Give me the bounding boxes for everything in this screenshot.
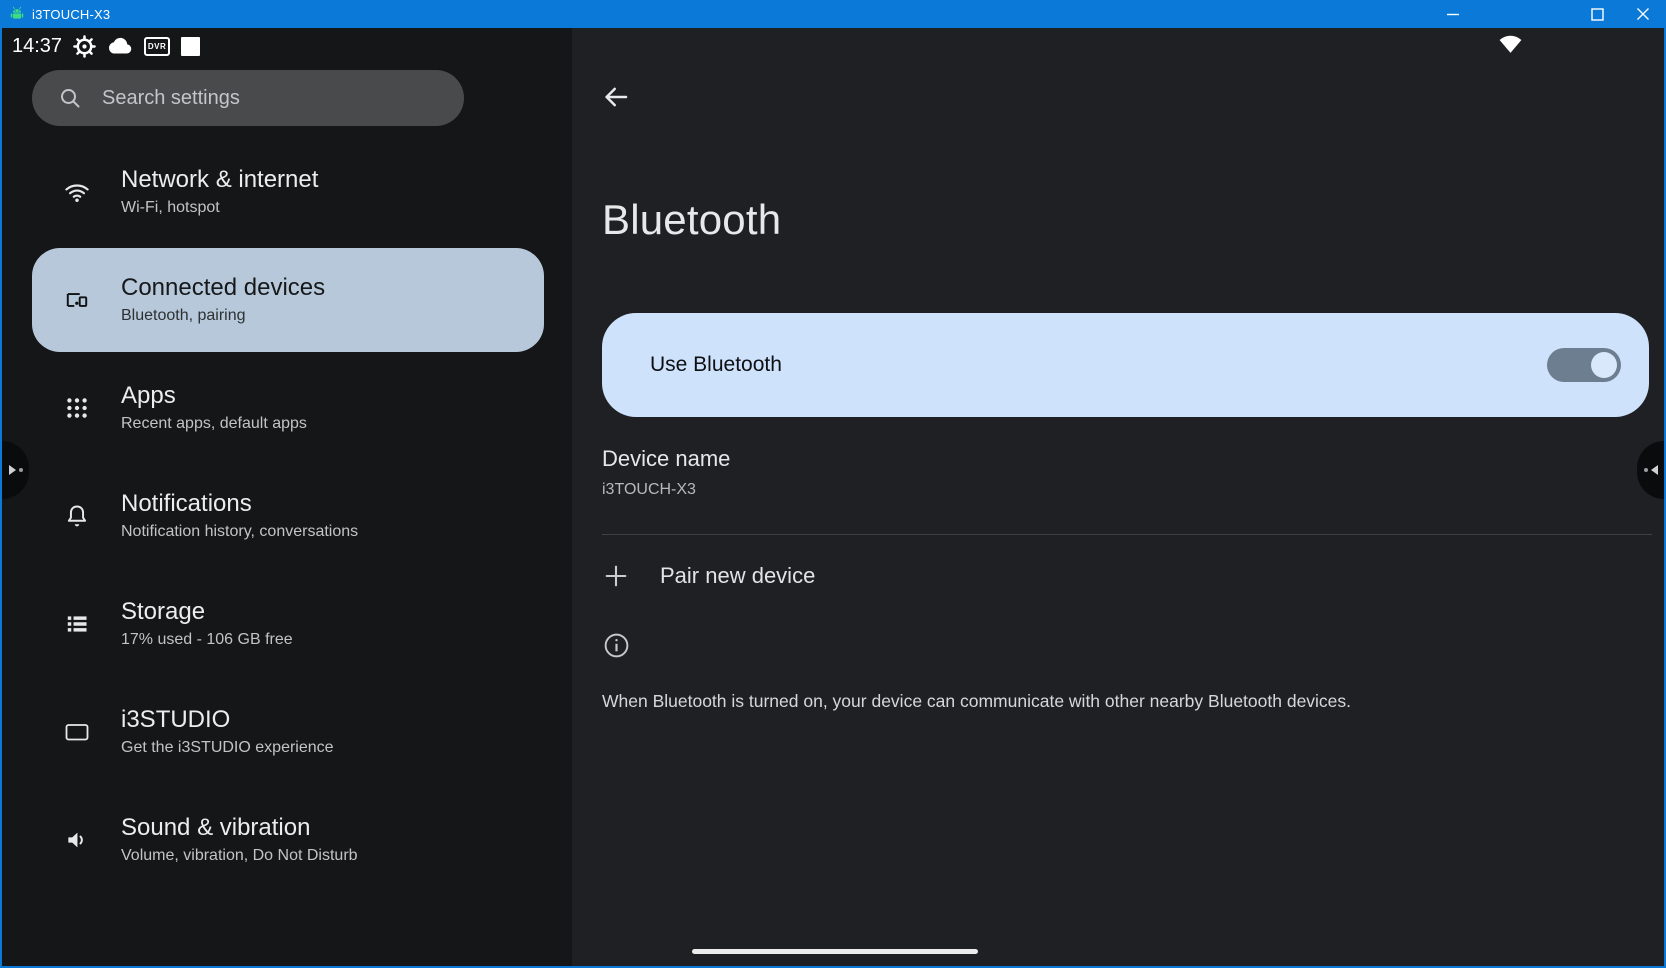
maximize-button[interactable]	[1574, 0, 1620, 28]
sidebar-item-connected-devices[interactable]: Connected devices Bluetooth, pairing	[32, 248, 544, 352]
sidebar-item-text: Connected devices Bluetooth, pairing	[121, 275, 325, 324]
wifi-status-icon	[1497, 31, 1524, 60]
sidebar-item-text: Sound & vibration Volume, vibration, Do …	[121, 815, 358, 864]
sidebar-item-subtitle: Recent apps, default apps	[121, 415, 307, 433]
page-title: Bluetooth	[602, 196, 781, 244]
connected-devices-icon	[64, 287, 90, 313]
section-divider	[602, 534, 1652, 535]
sidebar-item-sound-vibration[interactable]: Sound & vibration Volume, vibration, Do …	[32, 788, 544, 892]
search-input[interactable]	[102, 87, 422, 110]
settings-sidebar: 14:37	[2, 28, 572, 966]
sidebar-item-title: Storage	[121, 599, 293, 624]
pair-new-device-label: Pair new device	[660, 563, 815, 589]
sidebar-item-apps[interactable]: Apps Recent apps, default apps	[32, 356, 544, 460]
sidebar-item-title: Apps	[121, 383, 307, 408]
sidebar-item-subtitle: Notification history, conversations	[121, 523, 358, 541]
wifi-icon	[64, 179, 90, 205]
close-button[interactable]	[1620, 0, 1666, 28]
apps-grid-icon	[64, 395, 90, 421]
device-name-value: i3TOUCH-X3	[602, 481, 1642, 499]
settings-menu: Network & internet Wi-Fi, hotspot Connec…	[32, 140, 544, 892]
status-bar-left: 14:37	[12, 31, 200, 61]
speaker-icon	[64, 827, 90, 853]
sidebar-item-text: Apps Recent apps, default apps	[121, 383, 307, 432]
use-bluetooth-label: Use Bluetooth	[650, 353, 782, 377]
cloud-icon	[107, 36, 133, 56]
arrow-left-icon	[1651, 465, 1658, 475]
sidebar-item-i3studio[interactable]: i3STUDIO Get the i3STUDIO experience	[32, 680, 544, 784]
sidebar-item-title: Connected devices	[121, 275, 325, 300]
sidebar-item-subtitle: 17% used - 106 GB free	[121, 631, 293, 649]
sidebar-item-title: Network & internet	[121, 167, 318, 192]
plus-icon	[602, 562, 630, 590]
gesture-navigation-handle[interactable]	[692, 949, 978, 954]
sidebar-item-text: Notifications Notification history, conv…	[121, 491, 358, 540]
minimize-button[interactable]	[1430, 0, 1476, 28]
bluetooth-toggle[interactable]	[1547, 348, 1621, 382]
sidebar-item-storage[interactable]: Storage 17% used - 106 GB free	[32, 572, 544, 676]
search-icon	[58, 86, 82, 110]
device-name-label: Device name	[602, 446, 1642, 472]
sidebar-item-subtitle: Get the i3STUDIO experience	[121, 739, 334, 757]
sidebar-item-subtitle: Wi-Fi, hotspot	[121, 199, 318, 217]
sidebar-item-text: i3STUDIO Get the i3STUDIO experience	[121, 707, 334, 756]
window-controls	[0, 0, 1666, 28]
sidebar-item-title: i3STUDIO	[121, 707, 334, 732]
info-icon	[602, 631, 631, 665]
sidebar-item-network-internet[interactable]: Network & internet Wi-Fi, hotspot	[32, 140, 544, 244]
pair-new-device-button[interactable]: Pair new device	[602, 550, 815, 602]
edge-dot-icon	[1644, 468, 1648, 472]
device-name-row[interactable]: Device name i3TOUCH-X3	[602, 446, 1642, 499]
storage-icon	[64, 611, 90, 637]
search-settings-bar[interactable]	[32, 70, 464, 126]
android-screen: 14:37	[2, 28, 1664, 966]
app-window: i3TOUCH-X3 14:37	[0, 0, 1666, 968]
bell-icon	[64, 503, 90, 529]
settings-gear-icon	[73, 35, 96, 58]
window-titlebar: i3TOUCH-X3	[0, 0, 1666, 28]
bluetooth-info-text: When Bluetooth is turned on, your device…	[602, 691, 1402, 712]
sidebar-item-subtitle: Bluetooth, pairing	[121, 307, 325, 325]
sidebar-item-title: Notifications	[121, 491, 358, 516]
sidebar-item-text: Network & internet Wi-Fi, hotspot	[121, 167, 318, 216]
arrow-right-icon	[9, 465, 16, 475]
toggle-knob	[1591, 352, 1617, 378]
sidebar-item-text: Storage 17% used - 106 GB free	[121, 599, 293, 648]
square-notification-icon	[181, 37, 200, 56]
bluetooth-panel: Bluetooth Use Bluetooth Device name i3TO…	[572, 28, 1664, 966]
status-clock: 14:37	[12, 35, 62, 58]
board-icon	[64, 719, 90, 745]
use-bluetooth-card[interactable]: Use Bluetooth	[602, 313, 1649, 417]
sidebar-item-subtitle: Volume, vibration, Do Not Disturb	[121, 847, 358, 865]
sidebar-item-title: Sound & vibration	[121, 815, 358, 840]
sidebar-item-notifications[interactable]: Notifications Notification history, conv…	[32, 464, 544, 568]
edge-dot-icon	[19, 468, 23, 472]
dvr-icon: DVR	[144, 37, 170, 56]
back-button[interactable]	[600, 82, 632, 114]
